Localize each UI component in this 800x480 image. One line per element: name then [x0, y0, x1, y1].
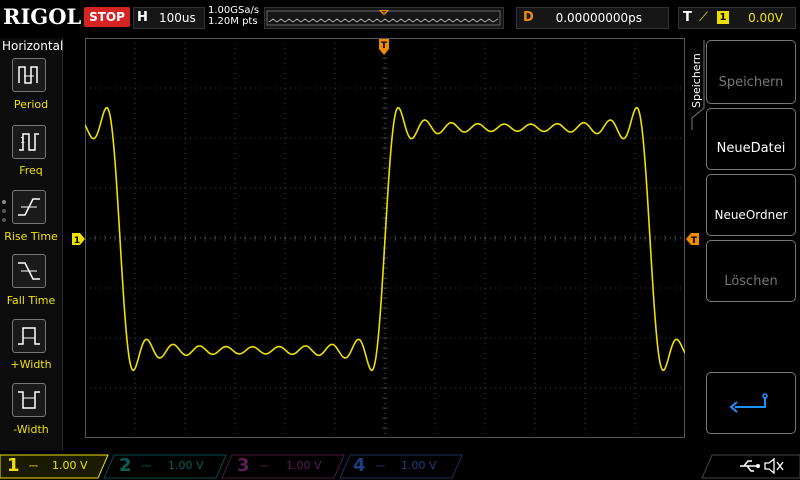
- channel-4-status[interactable]: 4 ⎓ 1.00 V: [344, 455, 456, 477]
- return-arrow-icon: [729, 393, 768, 413]
- run-stop-status[interactable]: STOP: [84, 7, 130, 27]
- dc-coupling-icon: ⎓: [376, 459, 385, 472]
- trigger-label: T: [683, 10, 692, 25]
- delete-label: Löschen: [724, 274, 778, 289]
- left-menu-title: Horizontal: [2, 39, 64, 53]
- fall-time-label: Fall Time: [6, 294, 56, 307]
- page-dot-2: [2, 209, 6, 213]
- trigger-position-marker[interactable]: T: [378, 39, 390, 57]
- sample-rate: 1.00GSa/s: [208, 5, 260, 16]
- memory-depth: 1.20M pts: [208, 16, 258, 27]
- horizontal-delay[interactable]: D 0.00000000ps: [516, 7, 669, 29]
- negative-width-label: -Width: [13, 423, 49, 436]
- memory-waveform-preview: T: [266, 10, 501, 26]
- channel-1-status[interactable]: 1 ⎓ 1.00 V: [0, 455, 108, 477]
- page-dot-3: [2, 218, 6, 222]
- dc-coupling-icon: ⎓: [29, 459, 38, 472]
- delay-label: D: [523, 10, 534, 25]
- new-folder-button[interactable]: NeueOrdner: [706, 174, 796, 236]
- channel-1-offset-letter: 1: [74, 236, 80, 245]
- right-menu-title-wrap: Speichern: [688, 46, 704, 108]
- fall-time-icon: [18, 262, 40, 280]
- timebase-value: 100us: [159, 11, 196, 25]
- save-button[interactable]: Speichern: [706, 40, 796, 104]
- rise-time-label: Rise Time: [4, 230, 58, 243]
- negative-width-icon: [18, 391, 40, 409]
- channel-4-number: 4: [353, 455, 366, 476]
- channel-1-offset-marker[interactable]: 1: [72, 233, 85, 245]
- memory-position-bar[interactable]: T: [264, 7, 504, 29]
- positive-width-button[interactable]: [12, 319, 46, 353]
- channel-2-scale: 1.00 V: [168, 459, 204, 472]
- dc-coupling-icon: ⎓: [260, 459, 269, 472]
- svg-text:1: 1: [20, 136, 25, 145]
- freq-icon: 1: [19, 133, 39, 151]
- period-button[interactable]: [12, 58, 46, 92]
- new-folder-label: NeueOrdner: [714, 208, 788, 222]
- freq-label: Freq: [19, 164, 43, 177]
- period-icon: [18, 66, 38, 84]
- rise-time-button[interactable]: [12, 190, 46, 224]
- positive-width-icon: [18, 327, 40, 345]
- delete-button[interactable]: Löschen: [706, 240, 796, 302]
- fall-time-button[interactable]: [12, 254, 46, 288]
- new-file-label: NeueDatei: [716, 141, 786, 156]
- channel-3-scale: 1.00 V: [286, 459, 322, 472]
- channel-2-number: 2: [119, 455, 132, 476]
- positive-width-label: +Width: [10, 358, 52, 371]
- usb-icon: [740, 460, 760, 472]
- rising-edge-icon: ⟋: [699, 10, 709, 25]
- channel-2-status[interactable]: 2 ⎓ 1.00 V: [108, 455, 220, 477]
- rigol-logo: RIGOL: [3, 4, 82, 29]
- trigger-position-letter: T: [381, 41, 388, 51]
- timebase-label: H: [137, 10, 148, 25]
- channel-1-scale: 1.00 V: [52, 459, 88, 472]
- save-button-label: Speichern: [718, 75, 784, 90]
- horizontal-timebase[interactable]: H 100us: [133, 7, 205, 29]
- freq-button[interactable]: 1: [12, 125, 46, 159]
- waveform-display[interactable]: [85, 38, 685, 438]
- channel-1-number: 1: [7, 455, 20, 476]
- channel-3-number: 3: [237, 455, 250, 476]
- rise-time-icon: [18, 198, 40, 216]
- new-file-button[interactable]: NeueDatei: [706, 108, 796, 170]
- channel-3-status[interactable]: 3 ⎓ 1.00 V: [226, 455, 338, 477]
- right-menu-title: Speichern: [690, 53, 703, 108]
- horizontal-measure-menu: Horizontal Period 1 Freq Rise Time Fall …: [0, 38, 63, 450]
- channel-4-scale: 1.00 V: [401, 459, 437, 472]
- memory-trigger-letter: T: [381, 10, 387, 18]
- return-button[interactable]: [706, 372, 796, 434]
- save-menu: Speichern Speichern NeueDatei NeueOrdner…: [688, 38, 800, 450]
- delay-value: 0.00000000ps: [555, 11, 642, 25]
- trigger-level: 0.00V: [748, 11, 783, 25]
- page-dot-1: [2, 200, 6, 204]
- trigger-source: 1: [717, 11, 729, 24]
- dc-coupling-icon: ⎓: [142, 459, 151, 472]
- trigger-settings[interactable]: T ⟋ 1 0.00V: [678, 7, 796, 29]
- period-label: Period: [13, 98, 49, 111]
- acquisition-info: 1.00GSa/s 1.20M pts: [208, 5, 264, 27]
- sound-muted-icon[interactable]: [763, 457, 785, 475]
- negative-width-button[interactable]: [12, 383, 46, 417]
